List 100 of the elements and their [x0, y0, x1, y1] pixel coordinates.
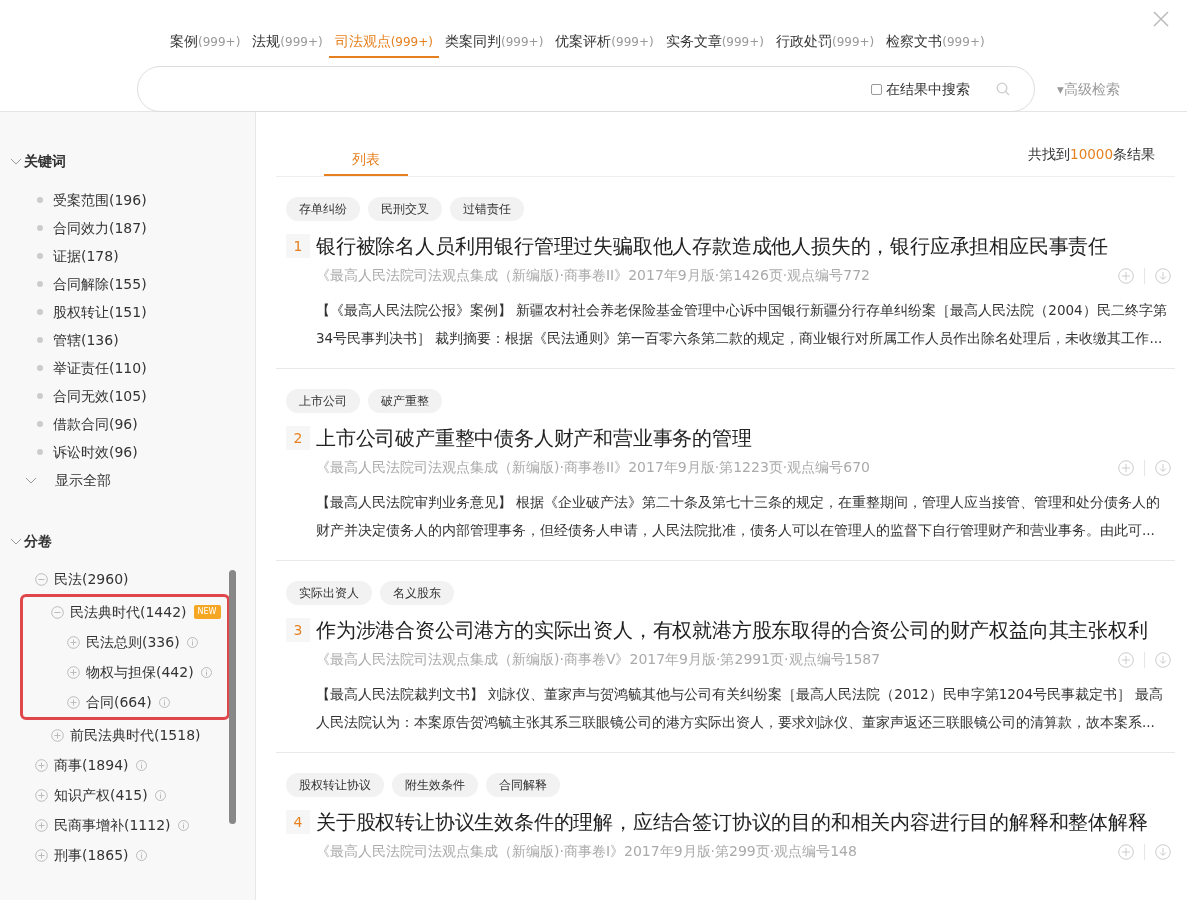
volume-item[interactable]: 刑事(1865)	[54, 844, 129, 866]
keyword-item[interactable]: 管辖(136)	[53, 329, 119, 351]
expand-icon[interactable]	[35, 848, 48, 862]
result-title[interactable]: 关于股权转让协议生效条件的理解，应结合签订协议的目的和相关内容进行目的解释和整体解释	[316, 807, 1148, 837]
download-icon[interactable]	[1155, 843, 1171, 860]
result-count: 10000	[1070, 145, 1113, 164]
volume-item[interactable]: 商事(1894)	[54, 754, 129, 776]
result-number: 4	[286, 810, 310, 834]
tag-chip[interactable]: 实际出资人	[286, 581, 372, 605]
expand-icon[interactable]	[35, 788, 48, 802]
tree-row[interactable]: 民法(2960)	[35, 564, 129, 594]
add-icon[interactable]	[1118, 267, 1134, 284]
checkbox-label[interactable]: 在结果中搜索	[886, 78, 970, 100]
volume-item[interactable]: 民法(2960)	[54, 568, 129, 590]
result-number: 3	[286, 618, 310, 642]
tree-row[interactable]: 商事(1894)	[35, 750, 147, 780]
checkbox[interactable]	[871, 83, 882, 95]
category-tab[interactable]: 检察文书(999+)	[880, 26, 991, 58]
add-icon[interactable]	[1118, 459, 1134, 476]
keyword-item[interactable]: 举证责任(110)	[53, 357, 147, 379]
new-badge: NEW	[193, 605, 221, 619]
tree-row[interactable]: 物权与担保(442)	[67, 657, 212, 687]
keyword-item[interactable]: 受案范围(196)	[53, 189, 147, 211]
keyword-item[interactable]: 合同效力(187)	[53, 217, 147, 239]
show-all-link[interactable]: 显示全部	[55, 469, 111, 491]
info-icon[interactable]	[186, 636, 198, 648]
close-icon[interactable]	[1153, 11, 1169, 27]
download-icon[interactable]	[1155, 459, 1171, 476]
keyword-item[interactable]: 合同无效(105)	[53, 385, 147, 407]
volume-item[interactable]: 知识产权(415)	[54, 784, 148, 806]
category-tab[interactable]: 案例(999+)	[164, 26, 247, 58]
expand-icon[interactable]	[35, 818, 48, 832]
tree-row[interactable]: 民商事增补(1112)	[35, 810, 189, 840]
category-tab[interactable]: 类案同判(999+)	[439, 26, 550, 58]
volume-item[interactable]: 民法总则(336)	[86, 631, 180, 653]
result-title[interactable]: 银行被除名人员利用银行管理过失骗取他人存款造成他人损失的，银行应承担相应民事责任	[316, 231, 1108, 261]
keyword-item[interactable]: 合同解除(155)	[53, 273, 147, 295]
tree-row[interactable]: 知识产权(415)	[35, 780, 166, 810]
tree-row[interactable]: 合同(664)	[67, 687, 170, 717]
tag-chip[interactable]: 民刑交叉	[368, 197, 442, 221]
info-icon[interactable]	[154, 789, 166, 801]
tree-row[interactable]: 前民法典时代(1518)	[51, 720, 201, 750]
category-tab[interactable]: 法规(999+)	[246, 26, 329, 58]
keyword-item[interactable]: 股权转让(151)	[53, 301, 147, 323]
keyword-item[interactable]: 借款合同(96)	[53, 413, 138, 435]
add-icon[interactable]	[1118, 843, 1134, 860]
bullet-icon	[37, 393, 43, 399]
tag-chip[interactable]: 股权转让协议	[286, 773, 384, 797]
tag-chip[interactable]: 合同解释	[486, 773, 560, 797]
volume-item[interactable]: 民法典时代(1442)	[70, 601, 187, 623]
tree-row[interactable]: 刑事(1865)	[35, 840, 147, 870]
bullet-icon	[37, 225, 43, 231]
expand-icon[interactable]	[35, 758, 48, 772]
download-icon[interactable]	[1155, 651, 1171, 668]
result-abstract: 【最高人民法院裁判文书】 刘詠仪、董家声与贺鸿毓其他与公司有关纠纷案［最高人民法院（2012）民申字第1204号民事裁定书］ 最高人民法院认为：本案原告贺鸿毓主张其系三联眼镜公司的港方实际出资人，要求刘詠仪、董家声返还三联眼镜公司的清算款，故本案系...	[315, 685, 1165, 732]
result-count-label: 条结果	[1113, 145, 1155, 164]
bullet-icon	[37, 365, 43, 371]
result-abstract: 【《最高人民法院公报》案例】 新疆农村社会养老保险基金管理中心诉中国银行新疆分行存单纠纷案［最高人民法院（2004）民二终字第34号民事判决书］ 裁判摘要：根据《民法通则》第一百零六条第二款的规定，商业银行对所属工作人员作出除名处理后，未收缴其工作...	[315, 301, 1168, 348]
source-text: 《最高人民法院司法观点集成（新编版)·商事卷I》2017年9月版·第299页·观点编号148	[316, 842, 857, 861]
add-icon[interactable]	[1118, 651, 1134, 668]
category-tab[interactable]: 优案评析(999+)	[549, 26, 660, 58]
expand-icon[interactable]	[67, 665, 80, 679]
volume-item[interactable]: 物权与担保(442)	[86, 661, 194, 683]
result-number: 2	[286, 426, 310, 450]
volume-item[interactable]: 前民法典时代(1518)	[70, 724, 201, 746]
download-icon[interactable]	[1155, 267, 1171, 284]
expand-icon[interactable]	[51, 728, 64, 742]
info-icon[interactable]	[200, 666, 212, 678]
source-text: 《最高人民法院司法观点集成（新编版)·商事卷II》2017年9月版·第1223页·观点编号670	[316, 458, 870, 477]
tree-row[interactable]: 民法总则(336)	[67, 627, 198, 657]
search-icon[interactable]	[996, 82, 1010, 96]
result-title[interactable]: 上市公司破产重整中债务人财产和营业事务的管理	[316, 423, 752, 453]
bullet-icon	[37, 421, 43, 427]
tag-chip[interactable]: 过错责任	[450, 197, 524, 221]
keyword-item[interactable]: 诉讼时效(96)	[53, 441, 138, 463]
scrollbar[interactable]	[229, 570, 236, 824]
result-count-label: 共找到	[1028, 145, 1071, 164]
info-icon[interactable]	[135, 849, 147, 861]
expand-icon[interactable]	[67, 695, 80, 709]
tag-chip[interactable]: 破产重整	[368, 389, 442, 413]
tag-chip[interactable]: 附生效条件	[392, 773, 478, 797]
expand-icon[interactable]	[67, 635, 80, 649]
tag-chip[interactable]: 上市公司	[286, 389, 360, 413]
volume-item[interactable]: 合同(664)	[86, 691, 152, 713]
category-tab[interactable]: 行政处罚(999+)	[769, 26, 881, 58]
category-tab[interactable]: 实务文章(999+)	[659, 26, 770, 58]
collapse-icon[interactable]	[51, 605, 64, 619]
tag-chip[interactable]: 存单纠纷	[286, 197, 360, 221]
collapse-icon[interactable]	[35, 572, 48, 586]
tree-row[interactable]: 民法典时代(1442) NEW	[51, 597, 221, 627]
source-text: 《最高人民法院司法观点集成（新编版)·商事卷II》2017年9月版·第1426页·观点编号772	[316, 266, 870, 285]
bullet-icon	[37, 281, 43, 287]
info-icon[interactable]	[135, 759, 147, 771]
info-icon[interactable]	[158, 696, 170, 708]
info-icon[interactable]	[177, 819, 189, 831]
result-title[interactable]: 作为涉港合资公司港方的实际出资人，有权就港方股东取得的合资公司的财产权益向其主张权利	[316, 615, 1148, 645]
keyword-item[interactable]: 证据(178)	[53, 245, 119, 267]
volume-item[interactable]: 民商事增补(1112)	[54, 814, 171, 836]
bullet-icon	[37, 197, 43, 203]
tag-chip[interactable]: 名义股东	[380, 581, 454, 605]
